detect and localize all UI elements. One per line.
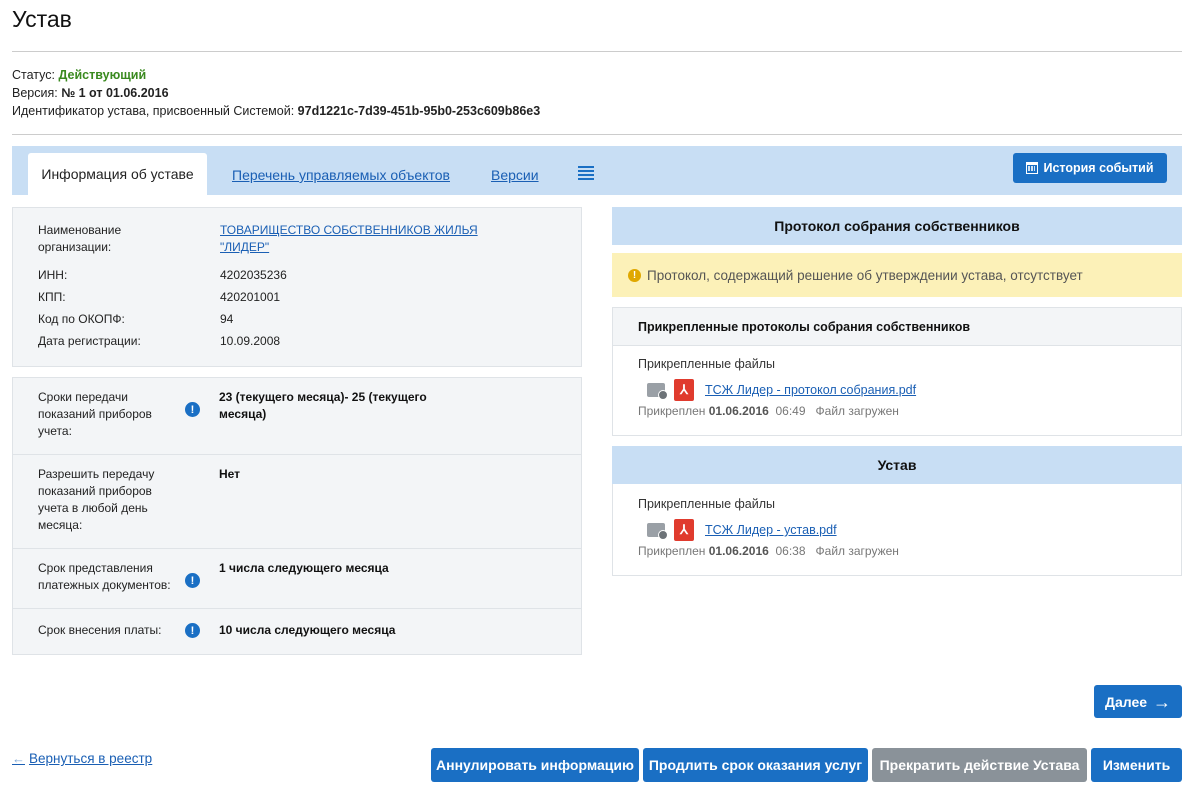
attached-word: Прикреплен: [638, 404, 706, 418]
term-label: Срок представления платежных документов:: [38, 561, 171, 592]
status-label: Статус:: [12, 68, 55, 82]
file-row: ⅄ ТСЖ Лидер - протокол собрания.pdf: [647, 379, 916, 401]
kpp-value: 420201001: [220, 290, 281, 304]
attached-protocols-header: Прикрепленные протоколы собрания собстве…: [613, 308, 1181, 346]
certificate-icon[interactable]: [647, 383, 668, 400]
regdate-label: Дата регистрации:: [38, 334, 141, 348]
protocol-warning: ! Протокол, содержащий решение об утверж…: [612, 253, 1182, 297]
file-meta: Прикреплен 01.06.2016 06:38 Файл загруже…: [638, 544, 899, 558]
okopf-value: 94: [220, 312, 234, 326]
term-label: Срок внесения платы:: [38, 623, 162, 637]
org-name-link[interactable]: ТОВАРИЩЕСТВО СОБСТВЕННИКОВ ЖИЛЬЯ "ЛИДЕР": [220, 222, 500, 256]
inn-label: ИНН:: [38, 268, 68, 282]
charter-meta: Статус: Действующий Версия: № 1 от 01.06…: [12, 66, 540, 120]
warning-text: Протокол, содержащий решение об утвержде…: [647, 267, 1083, 283]
kpp-label: КПП:: [38, 290, 66, 304]
arrow-right-icon: →: [1153, 691, 1172, 712]
back-label: Вернуться в реестр: [29, 751, 153, 766]
menu-icon[interactable]: [578, 166, 594, 180]
attached-date: 01.06.2016: [708, 544, 769, 558]
annul-button[interactable]: Аннулировать информацию: [431, 748, 639, 782]
page-title: Устав: [12, 6, 72, 32]
id-label: Идентификатор устава, присвоенный Систем…: [12, 104, 295, 118]
regdate-value: 10.09.2008: [220, 334, 281, 348]
term-row: Разрешить передачу показаний приборов уч…: [13, 455, 581, 549]
pdf-icon: ⅄: [674, 379, 694, 401]
term-row: Сроки передачи показаний приборов учета:…: [13, 378, 581, 455]
next-label: Далее: [1104, 693, 1148, 710]
term-label: Сроки передачи показаний приборов учета:: [38, 390, 152, 438]
arrow-left-icon: ←: [12, 751, 25, 766]
protocol-files-card: Прикрепленные протоколы собрания собстве…: [612, 307, 1182, 436]
attached-time: 06:49: [775, 404, 806, 418]
term-value: 1 числа следующего месяца: [219, 561, 389, 575]
metering-terms: Сроки передачи показаний приборов учета:…: [12, 377, 582, 655]
back-to-registry-link[interactable]: ← Вернуться в реестр: [12, 751, 152, 766]
files-label: Прикрепленные файлы: [638, 497, 776, 511]
file-meta: Прикреплен 01.06.2016 06:49 Файл загруже…: [638, 404, 899, 418]
info-icon[interactable]: !: [185, 402, 200, 417]
attached-word: Прикреплен: [638, 544, 706, 558]
term-row: Срок внесения платы: ! 10 числа следующе…: [13, 609, 581, 654]
status-value: Действующий: [58, 68, 147, 82]
extend-button[interactable]: Продлить срок оказания услуг: [643, 748, 868, 782]
org-name-label: Наименование организации:: [38, 223, 122, 254]
terminate-button[interactable]: Прекратить действие Устава: [872, 748, 1087, 782]
attached-time: 06:38: [775, 544, 806, 558]
history-button[interactable]: История событий: [1013, 153, 1167, 183]
info-icon[interactable]: !: [185, 623, 200, 638]
protocol-header: Протокол собрания собственников: [612, 207, 1182, 245]
term-row: Срок представления платежных документов:…: [13, 549, 581, 609]
charter-header: Устав: [612, 446, 1182, 484]
tab-versions[interactable]: Версии: [491, 167, 539, 183]
info-icon[interactable]: !: [185, 573, 200, 588]
charter-file-link[interactable]: ТСЖ Лидер - устав.pdf: [705, 523, 837, 537]
attached-date: 01.06.2016: [708, 404, 769, 418]
organization-info: Наименование организации: ТОВАРИЩЕСТВО С…: [12, 207, 582, 367]
calendar-icon: [1026, 162, 1039, 174]
inn-value: 4202035236: [220, 268, 287, 282]
version-label: Версия:: [12, 86, 58, 100]
upload-status: Файл загружен: [815, 544, 899, 558]
divider: [12, 134, 1182, 135]
okopf-label: Код по ОКОПФ:: [38, 312, 125, 326]
id-value: 97d1221c-7d39-451b-95b0-253c609b86e3: [297, 104, 541, 118]
history-button-label: История событий: [1043, 161, 1154, 175]
term-value: Нет: [219, 467, 241, 481]
certificate-icon[interactable]: [647, 523, 668, 540]
upload-status: Файл загружен: [815, 404, 899, 418]
file-row: ⅄ ТСЖ Лидер - устав.pdf: [647, 519, 837, 541]
divider: [12, 51, 1182, 52]
files-label: Прикрепленные файлы: [638, 357, 776, 371]
protocol-file-link[interactable]: ТСЖ Лидер - протокол собрания.pdf: [705, 383, 916, 397]
tab-charter-info[interactable]: Информация об уставе: [28, 153, 207, 195]
version-value: № 1 от 01.06.2016: [61, 86, 169, 100]
term-value: 10 числа следующего месяца: [219, 623, 396, 637]
next-button[interactable]: Далее →: [1094, 685, 1182, 718]
tab-bar: Информация об уставе Перечень управляемы…: [12, 146, 1182, 195]
term-label: Разрешить передачу показаний приборов уч…: [38, 467, 155, 532]
warning-icon: !: [628, 268, 641, 282]
charter-files-card: Устав Прикрепленные файлы ⅄ ТСЖ Лидер - …: [612, 446, 1182, 576]
tab-managed-objects[interactable]: Перечень управляемых объектов: [232, 167, 450, 183]
pdf-icon: ⅄: [674, 519, 694, 541]
term-value: 23 (текущего месяца)- 25 (текущего месяц…: [219, 390, 427, 421]
edit-button[interactable]: Изменить: [1091, 748, 1182, 782]
